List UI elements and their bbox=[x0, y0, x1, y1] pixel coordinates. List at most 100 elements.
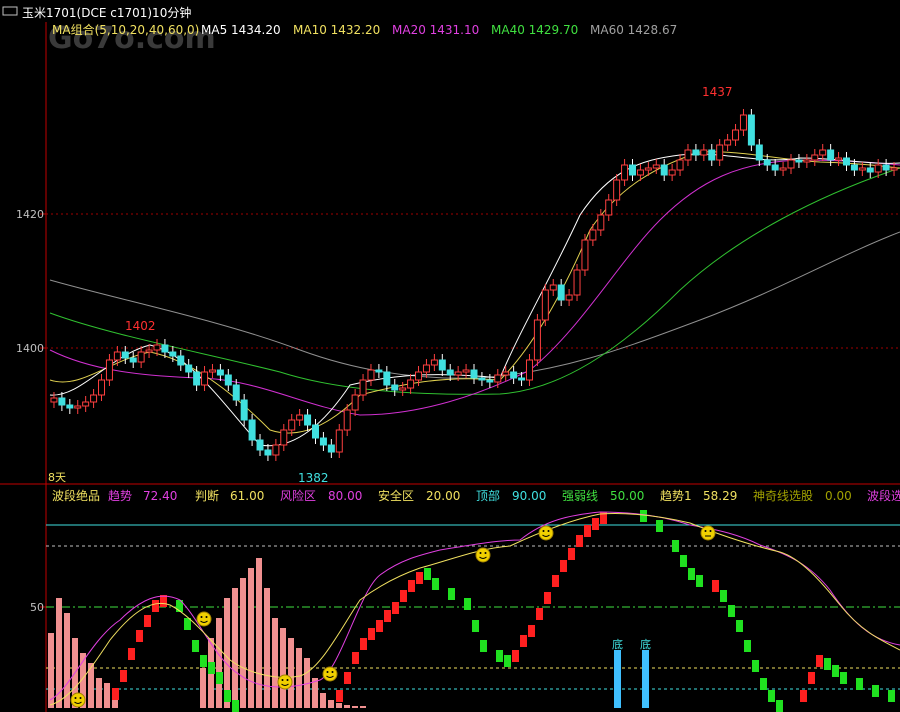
candle-body[interactable] bbox=[454, 371, 462, 376]
candle-body[interactable] bbox=[763, 159, 771, 166]
candle-body[interactable] bbox=[644, 167, 652, 171]
candle-body[interactable] bbox=[256, 439, 264, 451]
candle-body[interactable] bbox=[201, 371, 209, 386]
candle-body[interactable] bbox=[819, 149, 827, 156]
candle-body[interactable] bbox=[399, 387, 407, 391]
candle-body[interactable] bbox=[153, 344, 161, 351]
candle-body[interactable] bbox=[724, 139, 732, 146]
candle-body[interactable] bbox=[169, 351, 177, 357]
indicator-series[interactable]: 底底 bbox=[48, 510, 895, 712]
candle-body[interactable] bbox=[835, 157, 843, 161]
candle-body[interactable] bbox=[90, 394, 98, 403]
candle-body[interactable] bbox=[335, 429, 343, 453]
candle-body[interactable] bbox=[621, 164, 629, 181]
candle-body[interactable] bbox=[660, 164, 668, 176]
candle-body[interactable] bbox=[311, 424, 319, 439]
candle-body[interactable] bbox=[113, 351, 121, 361]
candle-body[interactable] bbox=[264, 449, 272, 456]
candle-body[interactable] bbox=[375, 369, 383, 373]
candle-body[interactable] bbox=[248, 419, 256, 441]
candle-body[interactable] bbox=[288, 419, 296, 431]
candle-body[interactable] bbox=[787, 159, 795, 169]
candle-body[interactable] bbox=[407, 379, 415, 389]
candle-body[interactable] bbox=[755, 144, 763, 161]
candle-body[interactable] bbox=[240, 399, 248, 421]
candle-body[interactable] bbox=[708, 149, 716, 161]
candle-body[interactable] bbox=[98, 379, 106, 396]
candle-body[interactable] bbox=[208, 369, 216, 373]
candle-body[interactable] bbox=[272, 444, 280, 456]
candle-body[interactable] bbox=[50, 397, 58, 403]
candle-body[interactable] bbox=[890, 167, 898, 171]
candle-body[interactable] bbox=[327, 444, 335, 453]
candle-body[interactable] bbox=[58, 397, 66, 406]
candle-body[interactable] bbox=[636, 169, 644, 176]
candle-body[interactable] bbox=[145, 349, 153, 353]
candle-body[interactable] bbox=[74, 405, 82, 409]
candle-body[interactable] bbox=[803, 159, 811, 163]
candle-body[interactable] bbox=[842, 157, 850, 166]
ma-group-label[interactable]: MA组合(5,10,20,40,60,0) bbox=[52, 22, 199, 37]
candle-body[interactable] bbox=[193, 371, 201, 386]
candle-body[interactable] bbox=[557, 284, 565, 301]
candle-body[interactable] bbox=[359, 379, 367, 396]
candle-body[interactable] bbox=[668, 169, 676, 176]
candle-body[interactable] bbox=[811, 154, 819, 161]
candle-body[interactable] bbox=[105, 359, 113, 381]
candle-body[interactable] bbox=[700, 149, 708, 156]
candle-body[interactable] bbox=[882, 164, 890, 171]
candlestick-series[interactable] bbox=[50, 109, 898, 461]
indicator-title[interactable]: 波段绝品 bbox=[52, 488, 100, 503]
candle-body[interactable] bbox=[430, 359, 438, 366]
candle-body[interactable] bbox=[613, 179, 621, 201]
candle-body[interactable] bbox=[351, 394, 359, 411]
candle-body[interactable] bbox=[438, 359, 446, 371]
candle-body[interactable] bbox=[549, 284, 557, 291]
candle-body[interactable] bbox=[82, 401, 90, 407]
chart-canvas[interactable]: 玉米1701(DCE c1701)10分钟 Go7o.com MA组合(5,10… bbox=[0, 0, 900, 712]
candle-body[interactable] bbox=[676, 159, 684, 171]
candle-body[interactable] bbox=[304, 414, 312, 426]
candle-body[interactable] bbox=[692, 149, 700, 156]
candle-body[interactable] bbox=[224, 374, 232, 386]
candle-body[interactable] bbox=[589, 229, 597, 241]
candle-body[interactable] bbox=[161, 344, 169, 353]
candle-body[interactable] bbox=[850, 164, 858, 171]
candle-body[interactable] bbox=[422, 364, 430, 373]
candle-body[interactable] bbox=[446, 369, 454, 376]
candle-body[interactable] bbox=[137, 351, 145, 363]
candle-body[interactable] bbox=[66, 404, 74, 409]
candle-body[interactable] bbox=[343, 409, 351, 431]
candle-body[interactable] bbox=[652, 164, 660, 169]
candle-body[interactable] bbox=[232, 384, 240, 401]
candle-body[interactable] bbox=[732, 129, 740, 141]
candle-body[interactable] bbox=[478, 377, 486, 381]
candle-body[interactable] bbox=[605, 199, 613, 216]
candle-body[interactable] bbox=[525, 359, 533, 381]
candle-body[interactable] bbox=[486, 379, 494, 383]
candle-body[interactable] bbox=[533, 319, 541, 361]
candle-body[interactable] bbox=[502, 371, 510, 376]
candle-body[interactable] bbox=[518, 377, 526, 381]
candle-body[interactable] bbox=[573, 269, 581, 296]
candle-body[interactable] bbox=[541, 289, 549, 321]
candle-body[interactable] bbox=[280, 429, 288, 446]
candle-body[interactable] bbox=[747, 114, 755, 146]
candle-body[interactable] bbox=[129, 357, 137, 363]
candle-body[interactable] bbox=[296, 414, 304, 421]
candle-body[interactable] bbox=[739, 114, 747, 131]
candle-body[interactable] bbox=[510, 371, 518, 379]
candle-body[interactable] bbox=[462, 369, 470, 373]
candle-body[interactable] bbox=[866, 167, 874, 173]
candle-body[interactable] bbox=[494, 374, 502, 383]
candle-body[interactable] bbox=[684, 149, 692, 161]
candle-body[interactable] bbox=[415, 371, 423, 381]
candle-body[interactable] bbox=[383, 371, 391, 386]
candle-body[interactable] bbox=[771, 164, 779, 171]
candle-body[interactable] bbox=[216, 369, 224, 376]
candle-body[interactable] bbox=[185, 364, 193, 373]
candle-body[interactable] bbox=[391, 384, 399, 391]
window-icon[interactable] bbox=[2, 6, 18, 16]
candle-body[interactable] bbox=[121, 351, 129, 359]
candle-body[interactable] bbox=[177, 355, 185, 366]
